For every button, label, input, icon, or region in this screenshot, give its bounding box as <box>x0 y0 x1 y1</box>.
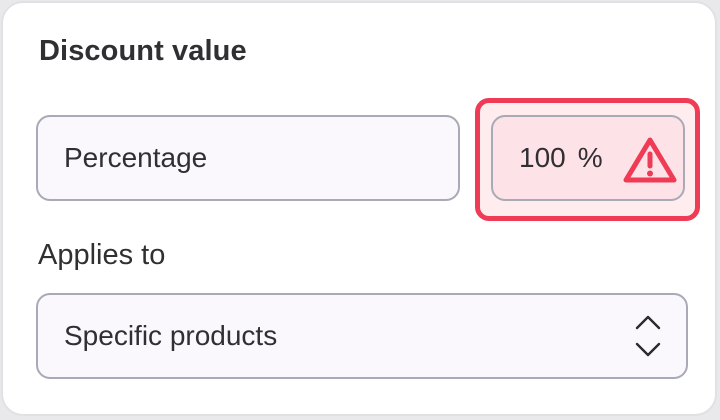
section-title: Discount value <box>39 35 247 67</box>
applies-to-label: Applies to <box>38 239 166 271</box>
warning-triangle-icon <box>623 137 677 183</box>
chevron-up-down-icon <box>635 315 661 357</box>
discount-value-number: 100 <box>519 142 566 173</box>
discount-value-unit: % <box>577 142 603 173</box>
applies-to-select[interactable]: Specific products <box>36 293 688 379</box>
discount-card: Discount value Percentage 100 % Applies … <box>1 1 717 416</box>
applies-to-value: Specific products <box>64 320 278 351</box>
discount-type-value: Percentage <box>64 142 208 173</box>
discount-type-select[interactable]: Percentage <box>36 115 460 201</box>
